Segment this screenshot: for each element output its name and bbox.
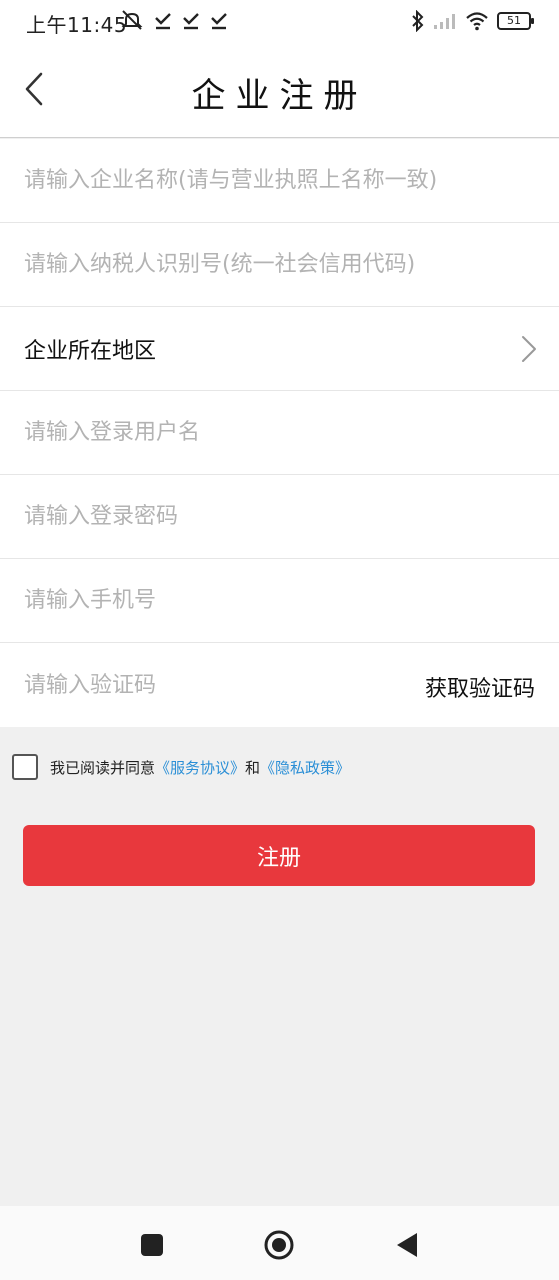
register-button[interactable]: 注册 — [23, 825, 535, 886]
home-button[interactable] — [264, 1230, 294, 1260]
system-icons: 51 — [411, 10, 534, 32]
recents-button[interactable] — [137, 1230, 167, 1260]
tax-id-input[interactable] — [24, 252, 535, 277]
username-input[interactable] — [24, 420, 535, 445]
bluetooth-icon — [412, 10, 424, 32]
page-title: 企业注册 — [191, 76, 368, 116]
status-bar: 上午11:45 51 — [0, 0, 559, 42]
phone-row — [0, 559, 559, 643]
agreement-prefix: 我已阅读并同意 — [50, 758, 156, 777]
header: 企业注册 — [0, 42, 559, 138]
wifi-icon — [466, 12, 488, 31]
status-time: 上午11:45 — [26, 13, 128, 37]
download-done-icon — [211, 13, 227, 30]
download-done-icon — [183, 13, 199, 30]
code-row: 获取验证码 — [0, 643, 559, 727]
company-name-row — [0, 139, 559, 223]
back-nav-button[interactable] — [392, 1230, 422, 1260]
region-label: 企业所在地区 — [24, 338, 157, 364]
battery-icon: 51 — [497, 12, 534, 30]
phone-input[interactable] — [24, 588, 535, 613]
triangle-back-icon — [397, 1233, 417, 1257]
privacy-policy-link[interactable]: 《隐私政策》 — [260, 757, 350, 778]
system-nav-bar — [0, 1206, 559, 1280]
home-circle-icon — [264, 1230, 294, 1260]
tax-id-row — [0, 223, 559, 307]
verification-code-input[interactable] — [24, 672, 404, 698]
agreement-conj: 和 — [245, 758, 261, 777]
signal-icon — [434, 14, 455, 29]
square-icon — [141, 1234, 163, 1256]
password-input[interactable] — [24, 504, 535, 529]
region-selector[interactable]: 企业所在地区 — [0, 307, 559, 391]
registration-form: 企业所在地区 获取验证码 — [0, 139, 559, 727]
password-row — [0, 475, 559, 559]
username-row — [0, 391, 559, 475]
get-code-button[interactable]: 获取验证码 — [425, 671, 535, 703]
mute-icon — [121, 10, 143, 30]
agree-checkbox[interactable] — [12, 754, 38, 780]
notification-icons — [120, 8, 228, 32]
agreement: 我已阅读并同意 《服务协议》 和 《隐私政策》 — [12, 754, 350, 780]
chevron-right-icon — [522, 336, 536, 362]
company-name-input[interactable] — [24, 168, 535, 193]
download-done-icon — [155, 13, 171, 30]
service-agreement-link[interactable]: 《服务协议》 — [155, 757, 245, 778]
